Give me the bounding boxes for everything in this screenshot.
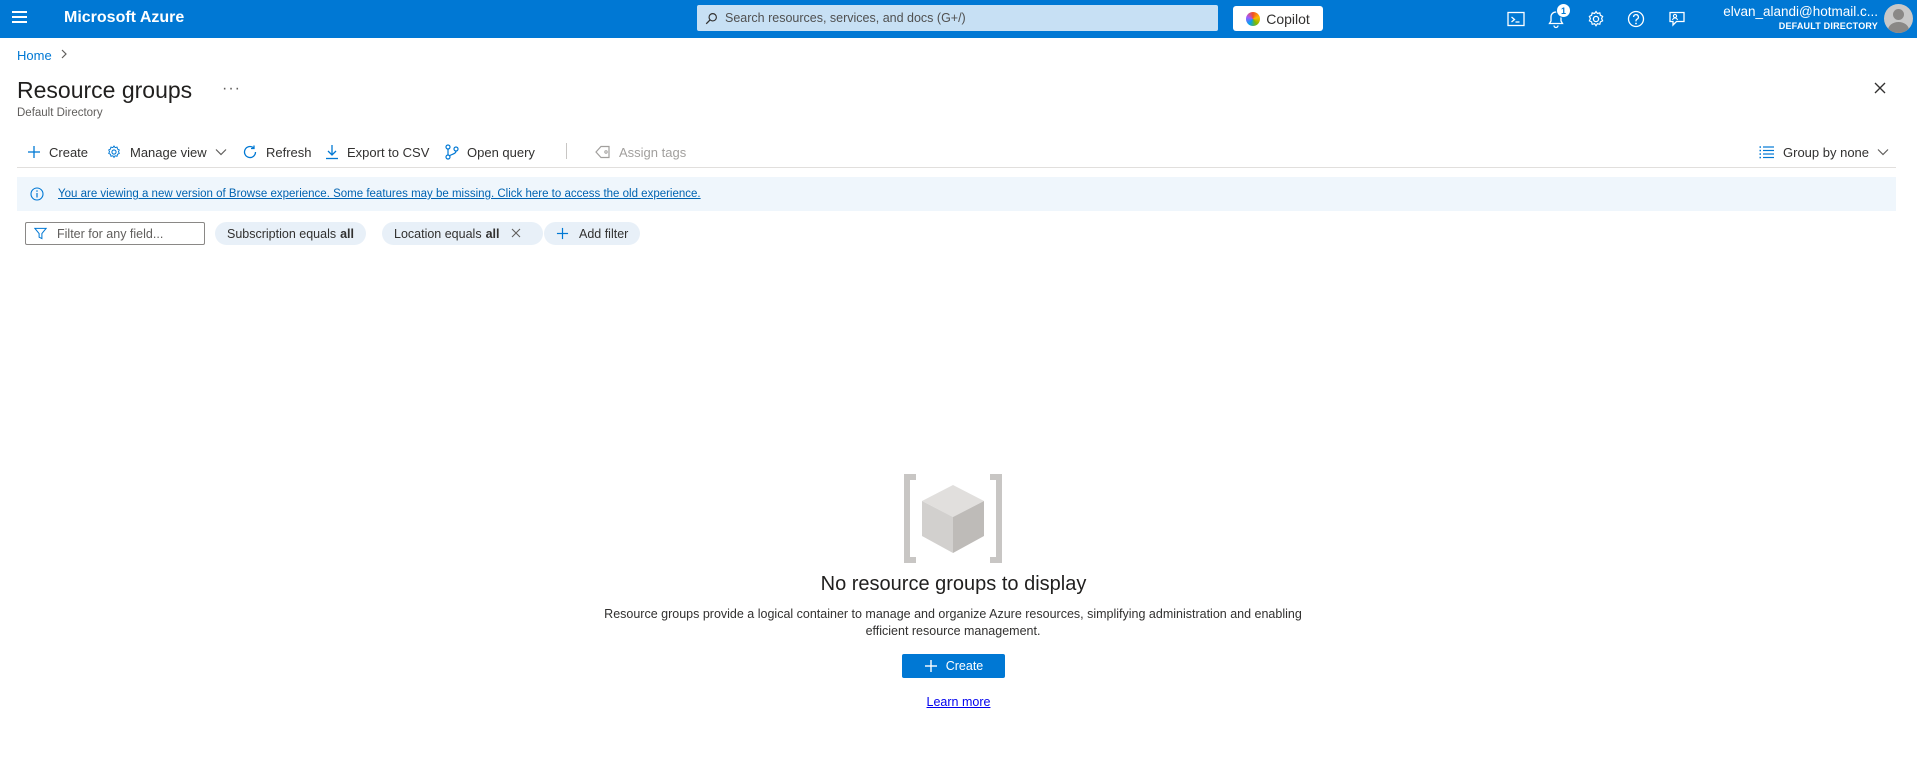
info-icon bbox=[30, 187, 44, 201]
close-icon[interactable] bbox=[1872, 80, 1888, 96]
top-bar: Microsoft Azure Copilot 1 elvan_alandi@h… bbox=[0, 0, 1917, 38]
account-directory: DEFAULT DIRECTORY bbox=[1778, 21, 1878, 31]
query-icon bbox=[445, 144, 459, 160]
avatar[interactable] bbox=[1884, 4, 1913, 33]
create-button[interactable]: Create bbox=[27, 138, 88, 166]
empty-state-description: Resource groups provide a logical contai… bbox=[604, 607, 1302, 638]
add-filter-button[interactable]: Add filter bbox=[544, 222, 641, 245]
chevron-right-icon bbox=[60, 49, 68, 62]
info-banner: You are viewing a new version of Browse … bbox=[17, 177, 1896, 211]
add-filter-label: Add filter bbox=[579, 226, 629, 241]
assign-tags-button[interactable]: Assign tags bbox=[595, 138, 686, 166]
account-email: elvan_alandi@hotmail.c... bbox=[1723, 4, 1878, 19]
export-csv-button[interactable]: Export to CSV bbox=[325, 138, 429, 166]
refresh-icon bbox=[243, 145, 257, 159]
subscription-filter-pill[interactable]: Subscription equals all bbox=[215, 222, 367, 245]
filter-box[interactable] bbox=[25, 222, 205, 245]
brand-title[interactable]: Microsoft Azure bbox=[64, 9, 184, 27]
global-search-input[interactable] bbox=[725, 11, 1195, 25]
location-filter-pill[interactable]: Location equals all bbox=[382, 222, 544, 245]
plus-icon bbox=[924, 660, 937, 672]
breadcrumb-home-link[interactable]: Home bbox=[17, 48, 52, 63]
location-filter-label: Location equals bbox=[394, 226, 482, 241]
old-experience-link[interactable]: You are viewing a new version of Browse … bbox=[58, 188, 701, 200]
search-icon bbox=[705, 12, 717, 24]
help-icon[interactable] bbox=[1626, 9, 1646, 29]
learn-more-container: Learn more bbox=[0, 695, 1917, 709]
manage-view-label: Manage view bbox=[130, 144, 207, 160]
page-subtitle: Default Directory bbox=[17, 107, 103, 119]
export-csv-label: Export to CSV bbox=[347, 144, 430, 160]
download-icon bbox=[326, 145, 338, 160]
empty-state-create-label: Create bbox=[945, 659, 984, 673]
open-query-button[interactable]: Open query bbox=[445, 138, 535, 166]
settings-icon[interactable] bbox=[1586, 9, 1606, 29]
breadcrumb: Home bbox=[17, 48, 68, 63]
account-menu[interactable]: elvan_alandi@hotmail.c... DEFAULT DIRECT… bbox=[1700, 4, 1878, 31]
copilot-icon bbox=[1246, 11, 1261, 26]
list-icon bbox=[1759, 146, 1774, 159]
resource-group-icon bbox=[904, 473, 1002, 564]
remove-filter-icon[interactable] bbox=[511, 227, 531, 241]
refresh-button[interactable]: Refresh bbox=[242, 138, 312, 166]
plus-icon bbox=[556, 227, 569, 240]
empty-state-create-button[interactable]: Create bbox=[902, 654, 1005, 678]
filter-input[interactable] bbox=[57, 226, 197, 241]
feedback-icon[interactable] bbox=[1667, 9, 1687, 29]
subscription-filter-label: Subscription equals bbox=[227, 226, 337, 241]
global-search-box[interactable] bbox=[697, 5, 1218, 31]
group-by-label: Group by none bbox=[1783, 144, 1870, 160]
refresh-label: Refresh bbox=[266, 144, 312, 160]
open-query-label: Open query bbox=[467, 144, 535, 160]
more-options-button[interactable]: ··· bbox=[222, 80, 241, 98]
empty-state-title: No resource groups to display bbox=[820, 573, 1087, 595]
manage-view-button[interactable]: Manage view bbox=[106, 138, 227, 166]
tag-icon bbox=[595, 145, 610, 159]
location-filter-value: all bbox=[485, 226, 500, 241]
copilot-label: Copilot bbox=[1266, 10, 1310, 27]
notifications-count-badge: 1 bbox=[1556, 3, 1571, 18]
learn-more-link[interactable]: Learn more bbox=[927, 695, 991, 709]
gear-icon bbox=[108, 145, 120, 159]
assign-tags-label: Assign tags bbox=[619, 144, 687, 160]
subscription-filter-value: all bbox=[340, 226, 355, 241]
chevron-down-icon bbox=[1877, 149, 1889, 156]
cloud-shell-icon[interactable] bbox=[1506, 9, 1526, 29]
hamburger-menu-icon[interactable] bbox=[12, 11, 28, 25]
command-bar: Create Manage view Refresh Export to CSV… bbox=[17, 138, 1896, 168]
plus-icon bbox=[28, 146, 40, 158]
chevron-down-icon bbox=[215, 149, 227, 156]
copilot-button[interactable]: Copilot bbox=[1233, 6, 1323, 31]
group-by-dropdown[interactable]: Group by none bbox=[1759, 138, 1889, 166]
page-title: Resource groups bbox=[17, 77, 193, 103]
toolbar-divider bbox=[566, 143, 567, 159]
filter-icon bbox=[34, 227, 47, 240]
create-label: Create bbox=[49, 144, 89, 160]
